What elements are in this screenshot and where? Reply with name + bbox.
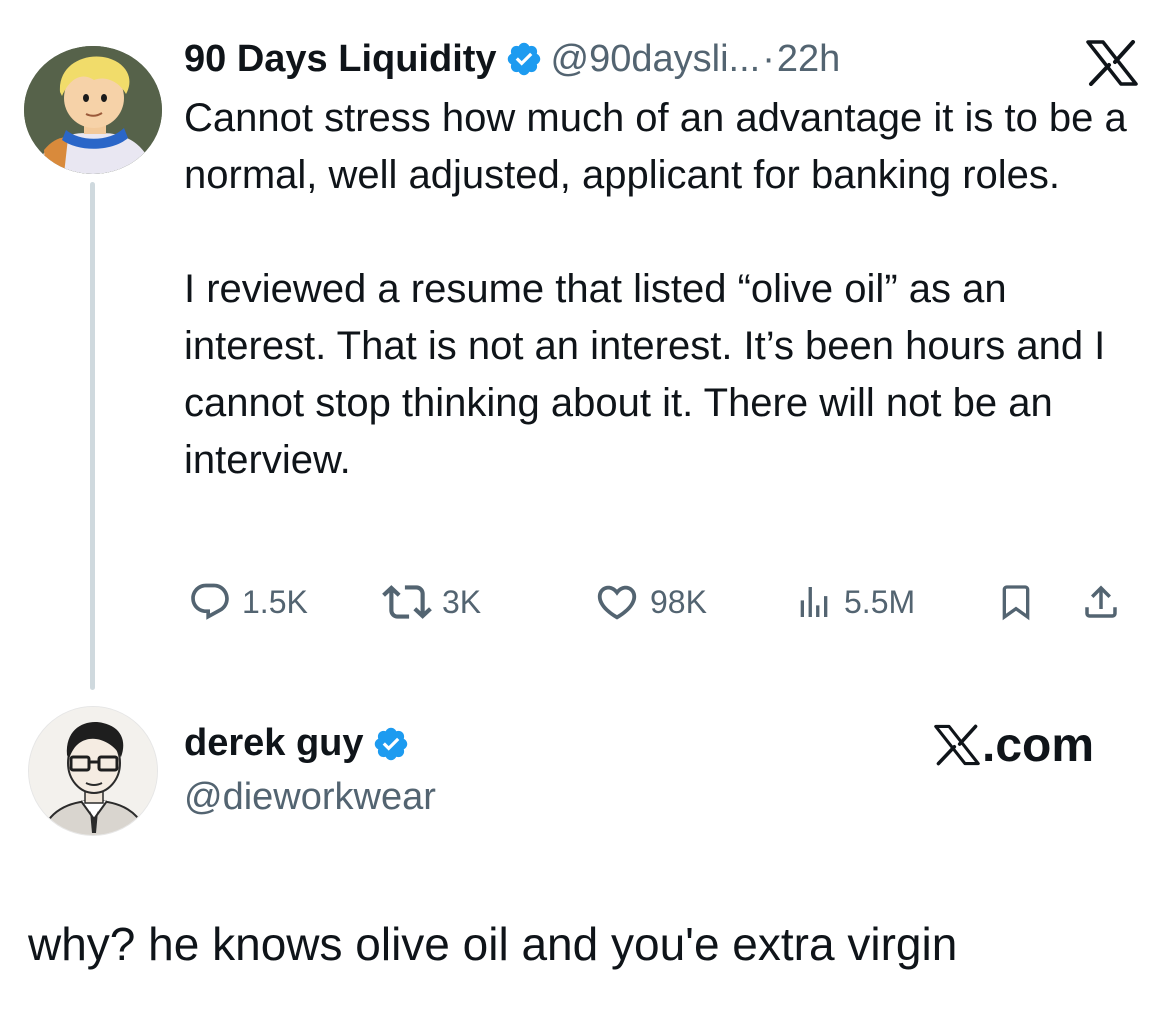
reply-text: why? he knows olive oil and you'e extra … bbox=[28, 918, 958, 970]
share-button[interactable] bbox=[1080, 578, 1122, 626]
share-icon bbox=[1085, 585, 1117, 618]
x-com-watermark: .com bbox=[934, 716, 1094, 774]
verified-badge-icon bbox=[505, 40, 543, 78]
views-count: 5.5M bbox=[844, 583, 916, 620]
tweet-paragraph: I reviewed a resume that listed “olive o… bbox=[184, 267, 1106, 482]
thread-line bbox=[90, 182, 95, 690]
reply-icon bbox=[191, 583, 229, 620]
views-button[interactable]: 5.5M bbox=[794, 578, 915, 626]
reply-author-name[interactable]: derek guy bbox=[184, 716, 364, 770]
author-avatar[interactable] bbox=[24, 46, 162, 174]
reply-count: 1.5K bbox=[242, 583, 308, 620]
author-handle[interactable]: @90daysli... bbox=[551, 34, 761, 84]
reply-button[interactable]: 1.5K bbox=[188, 578, 308, 626]
reply-header: derek guy bbox=[184, 716, 418, 770]
repost-icon bbox=[382, 585, 432, 619]
tweet-actions: 1.5K 3K 98K 5.5M bbox=[184, 578, 1144, 626]
reply-author-handle[interactable]: @dieworkwear bbox=[184, 772, 436, 822]
repost-button[interactable]: 3K bbox=[382, 578, 481, 626]
x-logo-icon bbox=[1086, 40, 1138, 86]
sketch-portrait-avatar-icon bbox=[29, 707, 157, 835]
meme-screenshot: 90 Days Liquidity @90daysli... · 22h Can… bbox=[0, 0, 1170, 1012]
bookmark-icon bbox=[1002, 585, 1030, 621]
heart-icon bbox=[597, 585, 637, 620]
author-name[interactable]: 90 Days Liquidity bbox=[184, 34, 497, 84]
cartoon-avatar-icon bbox=[24, 46, 162, 174]
tweet-text: Cannot stress how much of an advantage i… bbox=[184, 90, 1144, 489]
tweet-header: 90 Days Liquidity @90daysli... · 22h bbox=[184, 34, 840, 84]
tweet-paragraph: Cannot stress how much of an advantage i… bbox=[184, 96, 1127, 197]
time-separator: · bbox=[762, 38, 775, 80]
timestamp[interactable]: 22h bbox=[777, 34, 840, 84]
like-button[interactable]: 98K bbox=[594, 578, 707, 626]
views-icon bbox=[800, 587, 828, 617]
watermark-text: .com bbox=[982, 718, 1095, 772]
repost-count: 3K bbox=[442, 583, 482, 620]
reply-author-avatar[interactable] bbox=[28, 706, 158, 836]
bookmark-button[interactable] bbox=[996, 578, 1036, 626]
x-logo-icon bbox=[934, 724, 980, 766]
verified-badge-icon bbox=[372, 724, 410, 762]
like-count: 98K bbox=[650, 583, 707, 620]
